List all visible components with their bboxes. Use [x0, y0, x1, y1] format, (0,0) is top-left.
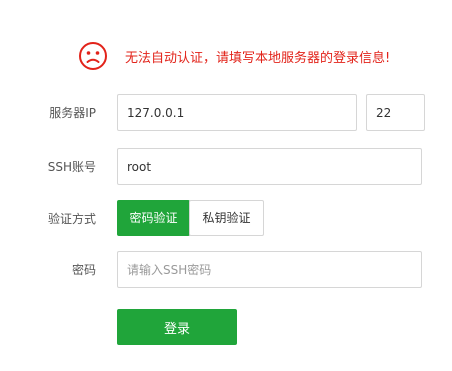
alert-message: 无法自动认证，请填写本地服务器的登录信息!: [125, 50, 391, 66]
ssh-password-input[interactable]: [117, 251, 422, 288]
ssh-account-label: SSH账号: [47, 160, 96, 174]
server-ip-label: 服务器IP: [49, 106, 96, 120]
sad-face-icon: [78, 41, 108, 71]
tab-password-auth[interactable]: 密码验证: [117, 200, 190, 236]
auth-method-label: 验证方式: [47, 212, 96, 226]
server-ip-input[interactable]: [117, 94, 357, 131]
port-input[interactable]: [366, 94, 425, 131]
auth-error-alert: 无法自动认证，请填写本地服务器的登录信息!: [78, 39, 390, 73]
tab-private-key-auth[interactable]: 私钥验证: [189, 200, 264, 236]
login-button[interactable]: 登录: [117, 309, 237, 345]
ssh-account-input[interactable]: [117, 148, 422, 185]
password-label: 密码: [71, 263, 96, 277]
